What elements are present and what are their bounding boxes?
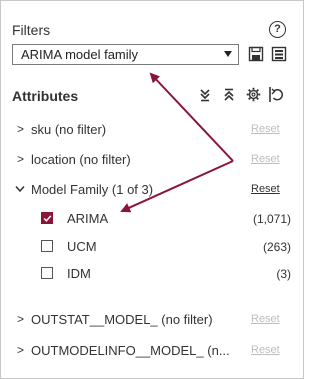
option-label-arima: ARIMA <box>67 211 109 226</box>
gear-icon[interactable] <box>246 87 261 102</box>
filter-select-value: ARIMA model family <box>21 47 139 62</box>
reset-link-model-family[interactable]: Reset <box>251 183 280 195</box>
filters-panel: Filters ? ARIMA model family Attributes <box>0 0 304 379</box>
option-label-ucm: UCM <box>67 239 97 254</box>
attribute-row-outstat[interactable]: OUTSTAT__MODEL_ (no filter) <box>31 312 213 327</box>
collapse-all-icon[interactable] <box>223 88 235 102</box>
reset-link-outstat: Reset <box>251 313 280 325</box>
chevron-right-icon[interactable]: > <box>17 122 24 136</box>
option-label-idm: IDM <box>67 266 91 281</box>
attribute-row-location[interactable]: location (no filter) <box>31 152 131 167</box>
filter-select[interactable]: ARIMA model family <box>12 44 239 65</box>
manage-filters-icon[interactable] <box>271 46 287 62</box>
reset-link-location: Reset <box>251 153 280 165</box>
chevron-down-icon <box>224 51 232 57</box>
question-circle-icon[interactable]: ? <box>269 21 286 38</box>
checkmark-icon <box>43 214 51 222</box>
attribute-row-outmodelinfo[interactable]: OUTMODELINFO__MODEL_ (n... <box>31 343 230 358</box>
checkbox-arima[interactable] <box>41 212 53 224</box>
reset-all-icon[interactable] <box>268 86 283 103</box>
option-count-arima: (1,071) <box>252 212 291 226</box>
chevron-right-icon[interactable]: > <box>17 312 24 326</box>
annotation-arrow-to-select <box>149 72 234 162</box>
chevron-right-icon[interactable]: > <box>17 343 24 357</box>
attribute-row-model-family[interactable]: Model Family (1 of 3) <box>31 182 153 197</box>
attributes-heading: Attributes <box>12 88 79 104</box>
checkbox-idm[interactable] <box>41 267 53 279</box>
expand-all-icon[interactable] <box>199 88 211 102</box>
chevron-down-icon[interactable] <box>15 185 25 193</box>
checkbox-ucm[interactable] <box>41 240 53 252</box>
reset-link-outmodelinfo: Reset <box>251 344 280 356</box>
option-count-ucm: (263) <box>262 240 291 254</box>
option-count-idm: (3) <box>276 267 291 281</box>
panel-title: Filters <box>12 22 51 38</box>
reset-link-sku: Reset <box>251 123 280 135</box>
chevron-right-icon[interactable]: > <box>17 152 24 166</box>
save-icon[interactable] <box>248 46 264 62</box>
attribute-row-sku[interactable]: sku (no filter) <box>31 122 106 137</box>
